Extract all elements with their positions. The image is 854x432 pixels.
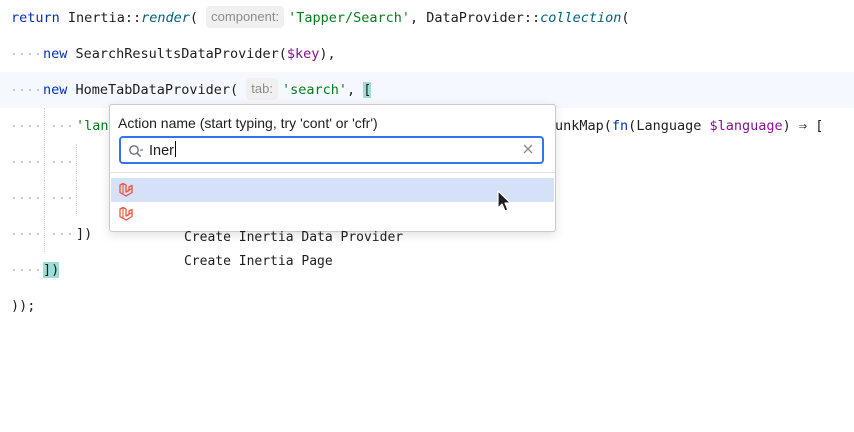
result-label: Create Inertia Data Provider [183, 230, 404, 245]
class-hometabdataprovider: HomeTabDataProvider [75, 82, 230, 98]
matched-bracket-close: ]) [43, 262, 60, 278]
indent-whitespace [10, 53, 40, 55]
scope-operator: :: [523, 10, 541, 26]
comma: , [346, 82, 356, 98]
code-line-4-tail: unkMap(fn(Language $language) ⇒ [ [555, 108, 823, 144]
comma: , [410, 10, 419, 26]
indent-whitespace [10, 161, 40, 163]
paren-close: ), [319, 46, 336, 62]
class-dataprovider: DataProvider [426, 10, 524, 26]
clear-icon[interactable] [522, 143, 534, 155]
code-line-3-current: new HomeTabDataProvider( tab:'search', [ [0, 72, 854, 108]
find-action-popup: Action name (start typing, try 'cont' or… [109, 104, 556, 269]
keyword-return: return [11, 10, 60, 26]
code-line-1-content: return Inertia::render( component: 'Tappe… [11, 0, 630, 36]
indent-guide [44, 108, 45, 144]
indent-whitespace [10, 233, 40, 235]
scope-operator: :: [124, 10, 142, 26]
parameter-hint-tab: tab: [246, 78, 278, 100]
indent-guide [44, 144, 45, 180]
text-caret [175, 141, 176, 157]
action-result-create-inertia-data-provider[interactable]: Create Inertia Data Provider [111, 178, 554, 245]
keyword-fn: fn [611, 118, 629, 134]
string-tapper-search: 'Tapper/Search' [288, 10, 411, 26]
type-language: Language [636, 118, 702, 134]
paren-open: ( [621, 10, 630, 26]
indent-whitespace [50, 233, 74, 235]
indent-whitespace [10, 89, 40, 91]
paren-open: ( [189, 10, 199, 26]
action-results-list: Create Inertia Data Provider Create Iner… [111, 178, 554, 269]
code-line-8-content: ]) [43, 252, 60, 288]
parameter-hint-component: component: [206, 6, 285, 28]
indent-guide [44, 180, 45, 216]
method-collection: collection [540, 10, 622, 26]
bracket-open: [ [815, 118, 824, 134]
search-query-text: Iner [149, 143, 174, 159]
result-label: Create Inertia Page [183, 254, 333, 269]
search-input-value: Iner [149, 141, 176, 160]
indent-whitespace [50, 197, 74, 199]
keyword-new: new [43, 46, 68, 62]
keyword-new: new [43, 82, 68, 98]
string-search: 'search' [281, 82, 347, 98]
indent-whitespace [10, 125, 40, 127]
laravel-icon [119, 206, 133, 221]
code-line-9-content: )); [11, 298, 36, 314]
laravel-icon [119, 182, 133, 197]
code-line-8: ]) [0, 252, 854, 288]
matched-bracket-open: [ [363, 82, 372, 98]
paren-open: ( [229, 82, 239, 98]
action-result-create-inertia-page[interactable]: Create Inertia Page [111, 202, 554, 269]
popup-divider [110, 172, 555, 173]
method-chunkmap-partial: unkMap( [555, 118, 612, 134]
code-line-3-content: new HomeTabDataProvider( tab:'search', [ [43, 72, 372, 108]
indent-whitespace [10, 197, 40, 199]
mouse-pointer-icon [497, 190, 512, 212]
variable-key: $key [286, 46, 320, 62]
action-search-input[interactable]: Iner [119, 136, 544, 164]
indent-whitespace [10, 269, 40, 271]
paren-open: ( [278, 46, 287, 62]
code-line-2: new SearchResultsDataProvider($key), [0, 36, 854, 72]
paren-close: ) [782, 118, 791, 134]
indent-guide [44, 216, 45, 252]
indent-whitespace [50, 161, 74, 163]
indent-whitespace [50, 125, 74, 127]
indent-guide [76, 180, 77, 216]
code-line-9: )); [0, 288, 854, 324]
variable-language: $language [709, 118, 783, 134]
code-line-1: return Inertia::render( component: 'Tappe… [0, 0, 854, 36]
code-line-7-content: ]) [76, 226, 93, 242]
search-icon [129, 145, 143, 157]
class-searchresultsdataprovider: SearchResultsDataProvider [75, 46, 279, 62]
arrow-operator: ⇒ [798, 118, 808, 134]
class-inertia: Inertia [67, 10, 125, 26]
indent-guide [76, 144, 77, 180]
method-render: render [141, 10, 190, 26]
popup-title: Action name (start typing, try 'cont' or… [118, 115, 378, 131]
code-line-2-content: new SearchResultsDataProvider($key), [43, 36, 336, 72]
